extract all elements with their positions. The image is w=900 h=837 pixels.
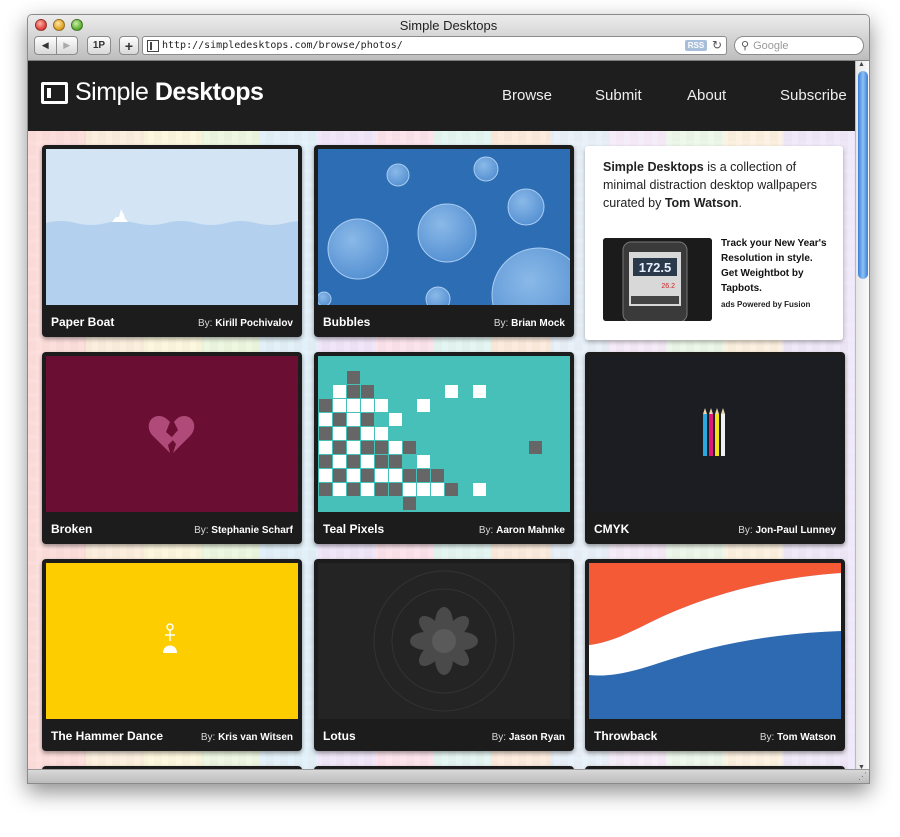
card-title[interactable]: Teal Pixels bbox=[323, 522, 384, 536]
card-title[interactable]: Bubbles bbox=[323, 315, 370, 329]
page-viewport: Simple Desktops Browse Submit About Subs… bbox=[28, 61, 857, 771]
wallpaper-card[interactable]: The Hammer Dance By: Kris van Witsen bbox=[42, 559, 302, 751]
about-text: Simple Desktops is a collection of minim… bbox=[603, 160, 817, 210]
add-bookmark-button[interactable]: + bbox=[119, 36, 139, 55]
card-author: By: Kirill Pochivalov bbox=[197, 318, 293, 329]
card-title[interactable]: Paper Boat bbox=[51, 315, 114, 329]
onepassword-button[interactable]: 1P bbox=[87, 36, 111, 55]
card-title[interactable]: CMYK bbox=[594, 522, 629, 536]
wallpaper-card[interactable]: CMYK By: Jon-Paul Lunney bbox=[585, 352, 845, 544]
wallpaper-thumbnail[interactable] bbox=[318, 563, 570, 719]
status-bar: ⋰ bbox=[28, 769, 869, 783]
wallpaper-thumbnail[interactable] bbox=[46, 356, 298, 512]
ad-text[interactable]: Track your New Year's Resolution in styl… bbox=[721, 236, 831, 296]
svg-text:172.5: 172.5 bbox=[639, 260, 672, 275]
svg-text:26.2: 26.2 bbox=[661, 283, 675, 290]
about-panel: Simple Desktops is a collection of minim… bbox=[585, 146, 843, 340]
page-icon bbox=[147, 39, 159, 52]
card-author: By: Jason Ryan bbox=[491, 732, 565, 743]
wallpaper-card[interactable]: Bubbles By: Brian Mock bbox=[314, 145, 574, 337]
title-bar: Simple Desktops ◀ ▶ 1P + http://simplede… bbox=[28, 15, 869, 61]
card-caption: Throwback By: Tom Watson bbox=[594, 729, 836, 743]
card-title[interactable]: The Hammer Dance bbox=[51, 729, 163, 743]
ad-powered-by[interactable]: ads Powered by Fusion bbox=[721, 300, 810, 309]
wallpaper-thumbnail[interactable] bbox=[46, 563, 298, 719]
nav-subscribe[interactable]: Subscribe bbox=[780, 87, 847, 104]
wallpaper-thumbnail[interactable] bbox=[46, 149, 298, 305]
wallpaper-card[interactable]: Teal Pixels By: Aaron Mahnke bbox=[314, 352, 574, 544]
forward-button[interactable]: ▶ bbox=[55, 37, 78, 54]
card-caption: CMYK By: Jon-Paul Lunney bbox=[594, 522, 836, 536]
browser-toolbar: ◀ ▶ 1P + http://simpledesktops.com/brows… bbox=[34, 36, 864, 56]
card-author: By: Jon-Paul Lunney bbox=[738, 525, 836, 536]
resize-grip-icon[interactable]: ⋰ bbox=[858, 771, 867, 782]
search-placeholder: Google bbox=[753, 39, 789, 52]
address-bar[interactable]: http://simpledesktops.com/browse/photos/… bbox=[142, 36, 727, 55]
scroll-up-arrow-icon[interactable]: ▲ bbox=[858, 61, 865, 68]
card-caption: Paper Boat By: Kirill Pochivalov bbox=[51, 315, 293, 329]
wallpaper-thumbnail[interactable] bbox=[589, 356, 841, 512]
reload-icon[interactable]: ↻ bbox=[712, 38, 722, 52]
url-text[interactable]: http://simpledesktops.com/browse/photos/ bbox=[162, 40, 403, 51]
wallpaper-card[interactable]: Paper Boat By: Kirill Pochivalov bbox=[42, 145, 302, 337]
vertical-scrollbar[interactable]: ▲ ▼ bbox=[855, 61, 869, 771]
search-field[interactable]: ⚲ Google bbox=[734, 36, 864, 55]
wallpaper-card[interactable]: Broken By: Stephanie Scharf bbox=[42, 352, 302, 544]
rss-button[interactable]: RSS bbox=[685, 40, 707, 51]
logo-mark-icon bbox=[41, 81, 68, 104]
card-title[interactable]: Lotus bbox=[323, 729, 356, 743]
card-caption: Broken By: Stephanie Scharf bbox=[51, 522, 293, 536]
card-title[interactable]: Broken bbox=[51, 522, 92, 536]
nav-about[interactable]: About bbox=[687, 87, 726, 104]
card-author: By: Kris van Witsen bbox=[200, 732, 293, 743]
browser-window: Simple Desktops ◀ ▶ 1P + http://simplede… bbox=[27, 14, 870, 784]
back-forward-buttons: ◀ ▶ bbox=[34, 36, 78, 55]
card-title[interactable]: Throwback bbox=[594, 729, 657, 743]
card-author: By: Tom Watson bbox=[759, 732, 836, 743]
wallpaper-card[interactable]: Lotus By: Jason Ryan bbox=[314, 559, 574, 751]
ad-image[interactable]: 172.5 26.2 bbox=[603, 238, 712, 321]
logo-text: Simple Desktops bbox=[75, 78, 264, 106]
card-author: By: Brian Mock bbox=[493, 318, 565, 329]
card-caption: The Hammer Dance By: Kris van Witsen bbox=[51, 729, 293, 743]
search-icon: ⚲ bbox=[741, 39, 750, 52]
site-header: Simple Desktops Browse Submit About Subs… bbox=[28, 61, 857, 131]
scroll-thumb[interactable] bbox=[858, 71, 868, 279]
wallpaper-thumbnail[interactable] bbox=[318, 356, 570, 512]
card-caption: Lotus By: Jason Ryan bbox=[323, 729, 565, 743]
wallpaper-card[interactable]: Throwback By: Tom Watson bbox=[585, 559, 845, 751]
card-caption: Bubbles By: Brian Mock bbox=[323, 315, 565, 329]
wallpaper-thumbnail[interactable] bbox=[589, 563, 841, 719]
back-button[interactable]: ◀ bbox=[35, 37, 56, 54]
card-author: By: Aaron Mahnke bbox=[478, 525, 565, 536]
card-caption: Teal Pixels By: Aaron Mahnke bbox=[323, 522, 565, 536]
card-author: By: Stephanie Scharf bbox=[194, 525, 293, 536]
wallpaper-thumbnail[interactable] bbox=[318, 149, 570, 305]
nav-submit[interactable]: Submit bbox=[595, 87, 642, 104]
window-title: Simple Desktops bbox=[399, 18, 498, 33]
site-logo[interactable]: Simple Desktops bbox=[41, 78, 264, 107]
nav-browse[interactable]: Browse bbox=[502, 87, 552, 104]
